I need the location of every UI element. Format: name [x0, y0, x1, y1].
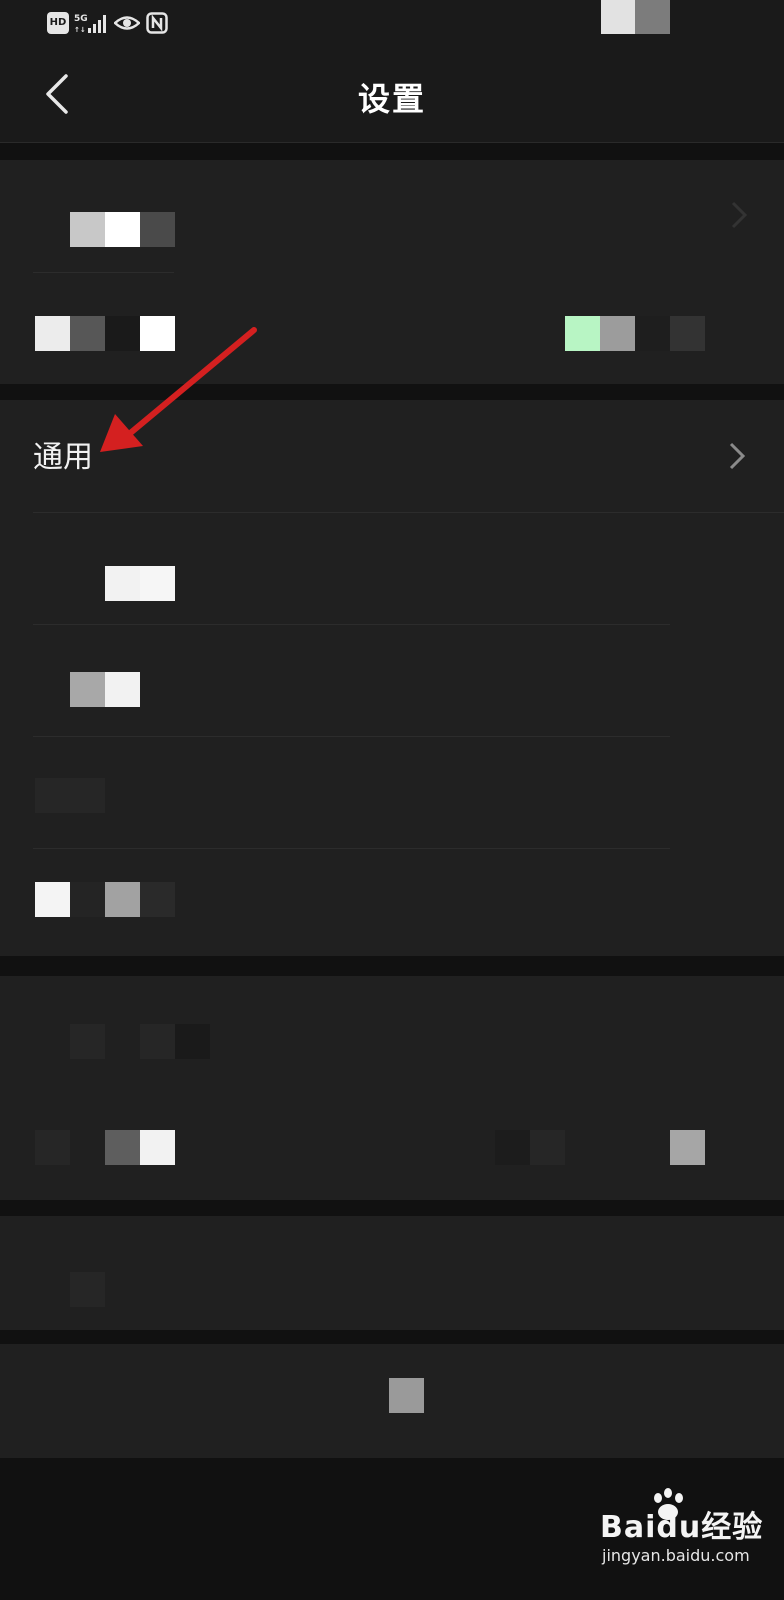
- settings-group-account: [0, 160, 784, 384]
- redacted-label: [140, 1024, 175, 1059]
- paw-icon: [654, 1488, 683, 1520]
- watermark: Baidu经验 jingyan.baidu.com: [600, 1488, 770, 1578]
- general-label: 通用: [33, 440, 93, 475]
- redacted-value: [635, 316, 670, 351]
- redacted-label: [175, 1024, 210, 1059]
- settings-group-general: 通用: [0, 400, 784, 956]
- status-bar: HD 5G ↑↓: [0, 0, 784, 46]
- redacted-label: [140, 316, 175, 351]
- redacted-label: [70, 212, 105, 247]
- svg-text:↑↓: ↑↓: [74, 26, 86, 34]
- redacted-label: [35, 316, 70, 351]
- redacted-settings-row[interactable]: [0, 512, 784, 624]
- settings-row-general[interactable]: 通用: [0, 400, 784, 512]
- redacted-label: [70, 316, 105, 351]
- chevron-right-icon: [729, 442, 746, 470]
- redacted-settings-row[interactable]: [0, 976, 784, 1088]
- redacted-value: [565, 316, 600, 351]
- redacted-action-row[interactable]: [0, 1344, 784, 1458]
- redacted-settings-row[interactable]: [0, 1088, 784, 1200]
- redacted-label: [35, 1130, 70, 1165]
- settings-group-5: [0, 1344, 784, 1458]
- redacted-value: [670, 316, 705, 351]
- chevron-right-icon: [731, 201, 748, 229]
- redacted-label: [105, 212, 140, 247]
- redacted-label: [140, 882, 175, 917]
- redacted-value: [495, 1130, 530, 1165]
- redacted-label: [105, 672, 140, 707]
- redacted-label: [105, 566, 140, 601]
- redacted-settings-row[interactable]: [0, 160, 784, 272]
- redacted-label: [105, 1130, 140, 1165]
- redacted-label: [35, 778, 105, 813]
- redacted-label: [389, 1378, 424, 1413]
- watermark-site: jingyan.baidu.com: [602, 1546, 750, 1565]
- redacted-label: [70, 672, 105, 707]
- redacted-label: [70, 1272, 105, 1307]
- redacted-label: [35, 882, 70, 917]
- signal-5g-icon: 5G ↑↓: [74, 14, 106, 34]
- redacted-value: [600, 316, 635, 351]
- redacted-label: [70, 1024, 105, 1059]
- redacted-value: [530, 1130, 565, 1165]
- redacted-label: [140, 566, 175, 601]
- redacted-settings-row[interactable]: [0, 1216, 784, 1330]
- nfc-icon: [146, 12, 168, 34]
- redacted-status-block: [601, 0, 635, 34]
- redacted-label: [105, 882, 140, 917]
- redacted-settings-row[interactable]: [0, 736, 784, 848]
- settings-group-4: [0, 1216, 784, 1330]
- eye-icon: [114, 16, 140, 30]
- hd-icon: HD: [47, 12, 69, 34]
- redacted-label: [140, 212, 175, 247]
- redacted-status-block: [635, 0, 670, 34]
- redacted-settings-row[interactable]: [0, 624, 784, 736]
- header-bar: 设置: [0, 46, 784, 143]
- redacted-settings-row[interactable]: [0, 272, 784, 384]
- redacted-label: [140, 1130, 175, 1165]
- settings-group-3: [0, 976, 784, 1200]
- redacted-settings-row[interactable]: [0, 848, 784, 956]
- redacted-label: [105, 316, 140, 351]
- redacted-value: [670, 1130, 705, 1165]
- svg-text:5G: 5G: [74, 14, 88, 24]
- page-title: 设置: [357, 80, 426, 118]
- redacted-label: [70, 882, 105, 917]
